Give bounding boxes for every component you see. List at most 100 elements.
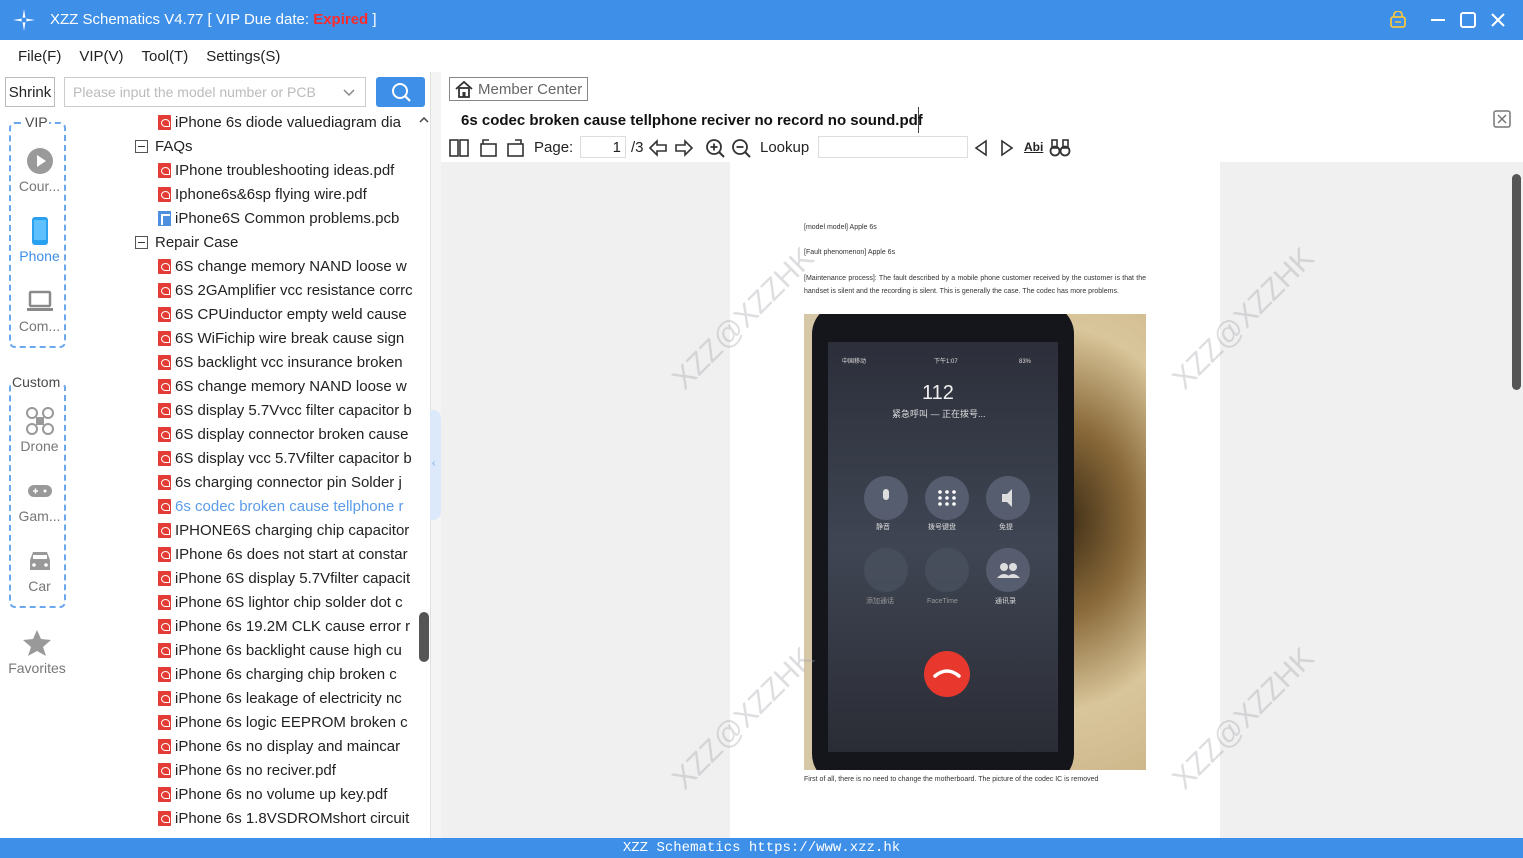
- menu-tool[interactable]: Tool(T): [134, 48, 197, 65]
- page-label: Page:: [534, 139, 574, 156]
- tree-file[interactable]: iPhone 6s logic EEPROM broken c: [158, 710, 431, 734]
- tree-file[interactable]: 6s charging connector pin Solder j: [158, 470, 431, 494]
- lookup-label: Lookup: [760, 139, 810, 156]
- menu-file[interactable]: File(F): [10, 48, 69, 65]
- maximize-button[interactable]: [1456, 8, 1480, 32]
- tree-file[interactable]: iPhone 6s backlight cause high cu: [158, 638, 431, 662]
- collapse-toggle-icon[interactable]: [135, 235, 148, 249]
- previous-page-icon[interactable]: [647, 137, 669, 159]
- drone-icon: [25, 407, 54, 435]
- tree-file[interactable]: iPhone6S Common problems.pcb: [158, 206, 431, 230]
- tree-file[interactable]: iPhone 6S display 5.7Vfilter capacit: [158, 566, 431, 590]
- category-label: Phone: [19, 248, 60, 264]
- viewer-scrollbar-thumb[interactable]: [1512, 174, 1521, 390]
- zoom-out-icon[interactable]: [730, 137, 752, 159]
- binoculars-icon[interactable]: [1049, 137, 1071, 159]
- category-phone[interactable]: Phone: [11, 216, 68, 264]
- pdf-file-icon: [158, 666, 171, 682]
- chevron-down-icon[interactable]: [343, 86, 355, 98]
- zoom-in-icon[interactable]: [704, 137, 726, 159]
- two-page-view-icon[interactable]: [448, 137, 470, 159]
- tree-file[interactable]: 6S backlight vcc insurance broken: [158, 350, 431, 374]
- favorites-button[interactable]: Favorites: [8, 628, 66, 676]
- tree-file[interactable]: Iphone6s&6sp flying wire.pdf: [158, 182, 431, 206]
- collapse-toggle-icon[interactable]: [135, 139, 148, 153]
- category-computer[interactable]: Com...: [11, 286, 68, 334]
- tree-file[interactable]: iPhone 6s leakage of electricity nc: [158, 686, 431, 710]
- tree-file[interactable]: iPhone 6s charging chip broken c: [158, 662, 431, 686]
- tree-folder[interactable]: FAQs: [135, 134, 431, 158]
- speaker-label: 免提: [999, 524, 1013, 531]
- find-next-icon[interactable]: [996, 137, 1018, 159]
- tree-item-label: 6S display 5.7Vvcc filter capacitor b: [175, 401, 412, 419]
- pcb-file-icon: [158, 210, 171, 226]
- pdf-file-icon: [158, 546, 171, 562]
- tree-file[interactable]: iPhone 6s diode valuediagram dia: [158, 112, 431, 134]
- tree-file[interactable]: IPHONE6S charging chip capacitor: [158, 518, 431, 542]
- lookup-input[interactable]: [818, 136, 968, 158]
- member-center-button[interactable]: Member Center: [449, 77, 588, 101]
- scroll-up-icon[interactable]: [418, 114, 430, 126]
- tree-item-label: Repair Case: [155, 233, 239, 251]
- tree-item-label: iPhone 6s diode valuediagram dia: [175, 113, 401, 131]
- tree-item-label: iPhone6S Common problems.pcb: [175, 209, 400, 227]
- model-search-combobox[interactable]: [64, 77, 366, 107]
- tree-file[interactable]: 6S CPUinductor empty weld cause: [158, 302, 431, 326]
- contacts-label: 通讯录: [995, 598, 1016, 605]
- tree-file[interactable]: iPhone 6s no volume up key.pdf: [158, 782, 431, 806]
- tree-file[interactable]: iPhone 6s no display and maincar: [158, 734, 431, 758]
- lock-icon[interactable]: [1386, 8, 1410, 32]
- tree-item-label: 6S CPUinductor empty weld cause: [175, 305, 407, 323]
- mute-label: 静音: [876, 524, 890, 531]
- pdf-file-icon: [158, 282, 171, 298]
- find-previous-icon[interactable]: [970, 137, 992, 159]
- tree-item-label: iPhone 6s no reciver.pdf: [175, 761, 336, 779]
- tree-folder[interactable]: Repair Case: [135, 230, 431, 254]
- tree-file[interactable]: 6S change memory NAND loose w: [158, 374, 431, 398]
- shrink-button[interactable]: Shrink: [5, 77, 55, 107]
- viewer-scrollbar[interactable]: [1510, 162, 1523, 838]
- collapse-panel-handle[interactable]: ‹: [430, 410, 441, 520]
- tree-file[interactable]: IPhone troubleshooting ideas.pdf: [158, 158, 431, 182]
- category-gaming[interactable]: Gam...: [11, 476, 68, 524]
- rotate-right-icon[interactable]: [504, 137, 526, 159]
- close-tab-icon[interactable]: [1493, 110, 1511, 128]
- tree-file[interactable]: 6s codec broken cause tellphone r: [158, 494, 431, 518]
- document-tab[interactable]: 6s codec broken cause tellphone reciver …: [450, 107, 923, 133]
- menu-vip[interactable]: VIP(V): [71, 48, 131, 65]
- tree-file[interactable]: 6S display vcc 5.7Vfilter capacitor b: [158, 446, 431, 470]
- tree-file[interactable]: 6S change memory NAND loose w: [158, 254, 431, 278]
- match-case-button[interactable]: Abi: [1024, 140, 1043, 154]
- pdf-file-icon: [158, 330, 171, 346]
- pdf-file-icon: [158, 642, 171, 658]
- tree-file[interactable]: 6S 2GAmplifier vcc resistance corrc: [158, 278, 431, 302]
- tree-file[interactable]: 6S display connector broken cause: [158, 422, 431, 446]
- tree-scrollbar-thumb[interactable]: [419, 612, 429, 662]
- pdf-file-icon: [158, 426, 171, 442]
- tree-file[interactable]: iPhone 6s no reciver.pdf: [158, 758, 431, 782]
- tree-item-label: FAQs: [155, 137, 193, 155]
- tree-file[interactable]: 6S display 5.7Vvcc filter capacitor b: [158, 398, 431, 422]
- menu-settings[interactable]: Settings(S): [198, 48, 288, 65]
- minimize-button[interactable]: [1426, 8, 1450, 32]
- pdf-file-icon: [158, 306, 171, 322]
- rotate-left-icon[interactable]: [478, 137, 500, 159]
- tree-file[interactable]: 6S WiFichip wire break cause sign: [158, 326, 431, 350]
- category-car[interactable]: Car: [11, 546, 68, 594]
- tree-file[interactable]: iPhone 6s 1.8VSDROMshort circuit: [158, 806, 431, 830]
- page-number-input[interactable]: [580, 136, 626, 158]
- tree-file[interactable]: iPhone 6s 19.2M CLK cause error r: [158, 614, 431, 638]
- model-search-input[interactable]: [65, 78, 330, 106]
- category-courses[interactable]: Cour...: [11, 146, 68, 194]
- next-page-icon[interactable]: [673, 137, 695, 159]
- tree-item-label: 6S 2GAmplifier vcc resistance corrc: [175, 281, 413, 299]
- vip-category-group: VIP Cour... Phone Com...: [9, 114, 68, 348]
- close-button[interactable]: [1486, 8, 1510, 32]
- pdf-file-icon: [158, 450, 171, 466]
- category-drone[interactable]: Drone: [11, 406, 68, 454]
- tree-file[interactable]: IPhone 6s does not start at constar: [158, 542, 431, 566]
- pdf-footer-line: First of all, there is no need to change…: [804, 776, 1099, 783]
- category-label: Com...: [18, 318, 61, 334]
- tree-file[interactable]: iPhone 6S lightor chip solder dot c: [158, 590, 431, 614]
- search-button[interactable]: [376, 77, 425, 107]
